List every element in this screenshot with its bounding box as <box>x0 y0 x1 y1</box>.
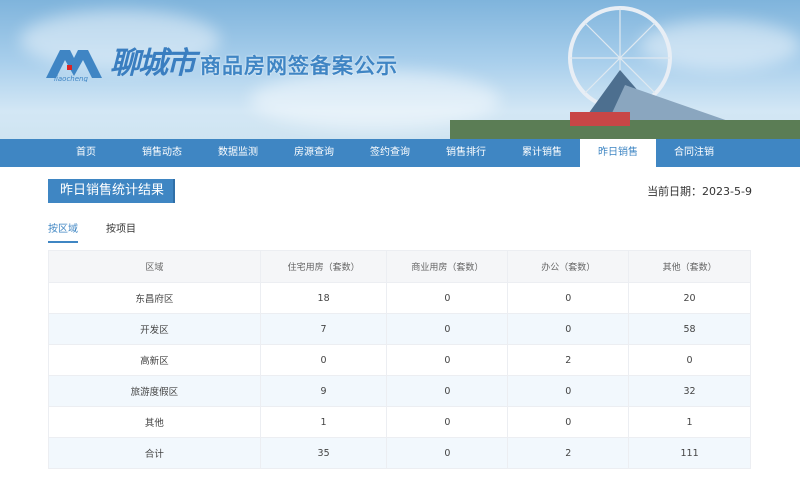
table-cell: 合计 <box>48 437 261 469</box>
table-row: 开发区 7 0 0 58 <box>48 313 751 345</box>
table-cell: 开发区 <box>48 313 261 345</box>
table-cell: 20 <box>628 282 751 314</box>
table-cell: 7 <box>259 313 388 345</box>
table-cell: 0 <box>386 282 509 314</box>
nav-contract-cancel[interactable]: 合同注销 <box>656 139 732 167</box>
nav-sales-ranking[interactable]: 销售排行 <box>428 139 504 167</box>
table-cell: 0 <box>386 313 509 345</box>
nav-data-monitor[interactable]: 数据监测 <box>200 139 276 167</box>
table-cell: 58 <box>628 313 751 345</box>
table-cell: 0 <box>386 437 509 469</box>
table-cell: 东昌府区 <box>48 282 261 314</box>
table-cell: 旅游度假区 <box>48 375 261 407</box>
logo-mark-icon: liaocheng <box>46 50 102 82</box>
table-cell: 0 <box>386 344 509 376</box>
table-cell: 111 <box>628 437 751 469</box>
tab-by-project[interactable]: 按项目 <box>106 220 136 243</box>
ferris-wheel-illustration <box>450 6 800 139</box>
table-row: 其他 1 0 0 1 <box>48 406 751 438</box>
view-tabs: 按区域 按项目 <box>48 220 136 243</box>
table-cell: 0 <box>386 406 509 438</box>
table-cell: 0 <box>259 344 388 376</box>
nav-home[interactable]: 首页 <box>48 139 124 167</box>
table-row: 高新区 0 0 2 0 <box>48 344 751 376</box>
table-cell: 0 <box>628 344 751 376</box>
header-banner: liaocheng 聊城市 商品房网签备案公示 <box>0 0 800 139</box>
table-cell: 0 <box>507 282 630 314</box>
table-cell: 0 <box>507 375 630 407</box>
table-cell: 0 <box>386 375 509 407</box>
table-cell: 0 <box>507 406 630 438</box>
table-row: 东昌府区 18 0 0 20 <box>48 282 751 314</box>
table-cell: 35 <box>259 437 388 469</box>
current-date: 当前日期：2023-5-9 <box>647 185 752 198</box>
table-cell: 1 <box>628 406 751 438</box>
sales-table: 区域 住宅用房（套数） 商业用房（套数） 办公（套数） 其他（套数） 东昌府区 1… <box>48 250 751 469</box>
nav-yesterday-sales[interactable]: 昨日销售 <box>580 139 656 167</box>
column-header: 办公（套数） <box>507 250 630 283</box>
site-logo[interactable]: liaocheng 聊城市 商品房网签备案公示 <box>46 38 398 82</box>
nav-contract-search[interactable]: 签约查询 <box>352 139 428 167</box>
page-title: 昨日销售统计结果 <box>48 179 175 203</box>
column-header: 商业用房（套数） <box>386 250 509 283</box>
column-header: 其他（套数） <box>628 250 751 283</box>
table-cell: 高新区 <box>48 344 261 376</box>
table-cell: 9 <box>259 375 388 407</box>
nav-house-search[interactable]: 房源查询 <box>276 139 352 167</box>
table-cell: 0 <box>507 313 630 345</box>
table-cell: 2 <box>507 344 630 376</box>
table-cell: 32 <box>628 375 751 407</box>
column-header: 住宅用房（套数） <box>259 250 388 283</box>
table-row: 旅游度假区 9 0 0 32 <box>48 375 751 407</box>
nav-sales-news[interactable]: 销售动态 <box>124 139 200 167</box>
table-cell: 2 <box>507 437 630 469</box>
svg-text:liaocheng: liaocheng <box>54 75 88 82</box>
table-cell: 18 <box>259 282 388 314</box>
city-name: 聊城市 <box>110 46 196 81</box>
table-cell: 其他 <box>48 406 261 438</box>
column-header: 区域 <box>48 250 261 283</box>
main-nav: 首页 销售动态 数据监测 房源查询 签约查询 销售排行 累计销售 昨日销售 合同… <box>0 139 800 167</box>
tab-by-region[interactable]: 按区域 <box>48 220 78 243</box>
site-subtitle: 商品房网签备案公示 <box>200 54 398 78</box>
table-row: 合计 35 0 2 111 <box>48 437 751 469</box>
nav-cumulative-sales[interactable]: 累计销售 <box>504 139 580 167</box>
table-cell: 1 <box>259 406 388 438</box>
table-header-row: 区域 住宅用房（套数） 商业用房（套数） 办公（套数） 其他（套数） <box>48 250 751 283</box>
